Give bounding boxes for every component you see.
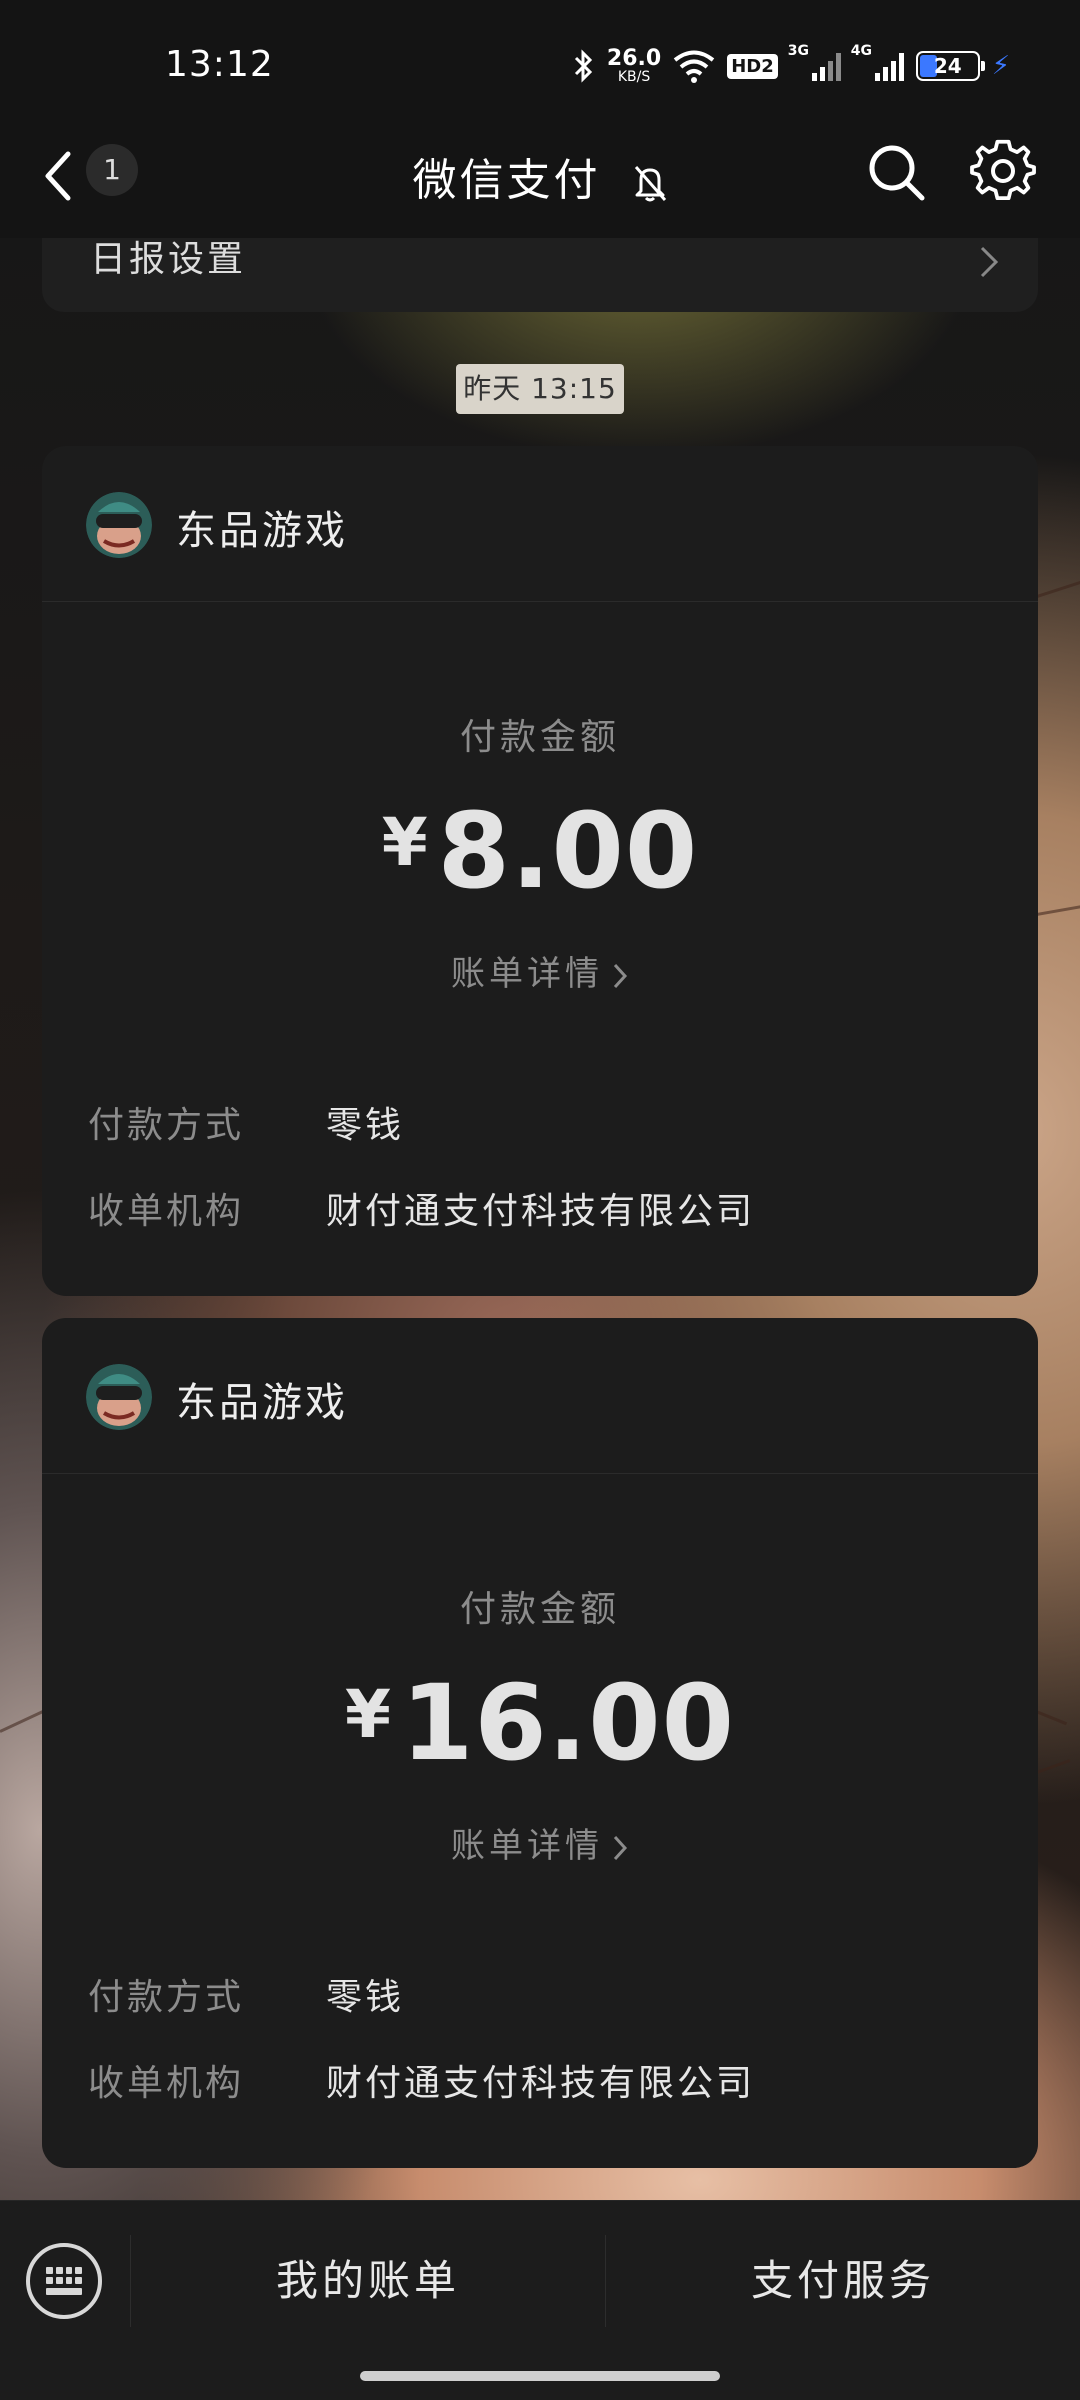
status-icons: 26.0 KB/S HD2 3G 4G 24 ⚡	[573, 43, 1010, 88]
merchant-avatar	[86, 492, 152, 558]
wifi-icon	[673, 50, 715, 83]
amount-value: 8.00	[437, 790, 699, 912]
hd-voice-badge: HD2	[727, 53, 778, 79]
keyboard-toggle-button[interactable]	[26, 2243, 102, 2319]
bluetooth-icon	[574, 49, 593, 83]
acquirer-row: 收单机构 财付通支付科技有限公司	[88, 1182, 755, 1234]
card-header: 东品游戏	[42, 1318, 1038, 1474]
acquirer-label: 收单机构	[88, 1191, 245, 1232]
currency-symbol: ¥	[381, 804, 428, 881]
payment-method-row: 付款方式 零钱	[88, 1968, 404, 2020]
home-indicator[interactable]	[360, 2371, 720, 2381]
chevron-right-icon	[613, 1835, 628, 1860]
card-header: 东品游戏	[42, 446, 1038, 602]
network-speed: 26.0 KB/S	[606, 46, 662, 85]
signal-4g-icon: 4G	[851, 43, 904, 81]
keyboard-icon	[46, 2267, 82, 2295]
payment-method-value: 零钱	[326, 1105, 405, 1146]
payment-amount: ¥8.00	[42, 790, 1038, 912]
currency-symbol: ¥	[345, 1676, 391, 1753]
battery-icon: 24	[915, 51, 985, 81]
search-icon[interactable]	[864, 140, 928, 204]
signal-3g-icon: 3G	[788, 43, 841, 81]
merchant-name: 东品游戏	[176, 508, 348, 554]
bill-details-link[interactable]: 账单详情	[42, 946, 1038, 995]
status-time: 13:12	[165, 44, 274, 85]
amount-label: 付款金额	[459, 717, 620, 758]
settings-gear-icon[interactable]	[970, 138, 1036, 204]
daily-report-label: 日报设置	[90, 239, 247, 280]
merchant-name: 东品游戏	[176, 1380, 348, 1426]
daily-report-settings-row[interactable]: 日报设置	[42, 238, 1038, 312]
payment-card[interactable]: 东品游戏 付款金额 ¥8.00 账单详情 付款方式 零钱 收单机构 财付通支付科技有…	[42, 446, 1038, 1296]
acquirer-row: 收单机构 财付通支付科技有限公司	[88, 2054, 755, 2106]
acquirer-label: 收单机构	[88, 2063, 245, 2104]
chevron-right-icon	[980, 246, 999, 278]
status-bar: 13:12 26.0 KB/S HD2 3G 4G 24 ⚡	[0, 0, 1080, 130]
bill-details-link[interactable]: 账单详情	[42, 1818, 1038, 1867]
acquirer-value: 财付通支付科技有限公司	[326, 1191, 756, 1232]
menu-payment-services[interactable]: 支付服务	[606, 2241, 1080, 2321]
charging-icon: ⚡	[991, 51, 1010, 81]
payment-method-label: 付款方式	[88, 1977, 245, 2018]
payment-method-row: 付款方式 零钱	[88, 1096, 404, 1148]
payment-amount: ¥16.00	[42, 1662, 1038, 1784]
menu-my-bills[interactable]: 我的账单	[131, 2241, 605, 2321]
payment-method-label: 付款方式	[88, 1105, 245, 1146]
navigation-bar: 1 微信支付	[0, 130, 1080, 238]
acquirer-value: 财付通支付科技有限公司	[326, 2063, 756, 2104]
payment-card[interactable]: 东品游戏 付款金额 ¥16.00 账单详情 付款方式 零钱 收单机构 财付通支付科技…	[42, 1318, 1038, 2168]
muted-bell-icon	[634, 166, 666, 202]
message-timestamp: 昨天 13:15	[456, 364, 624, 414]
bottom-menu-bar: 我的账单 支付服务	[0, 2200, 1080, 2400]
merchant-avatar	[86, 1364, 152, 1430]
chevron-right-icon	[613, 963, 628, 988]
payment-method-value: 零钱	[326, 1977, 405, 2018]
amount-label: 付款金额	[459, 1589, 620, 1630]
amount-value: 16.00	[400, 1662, 735, 1784]
